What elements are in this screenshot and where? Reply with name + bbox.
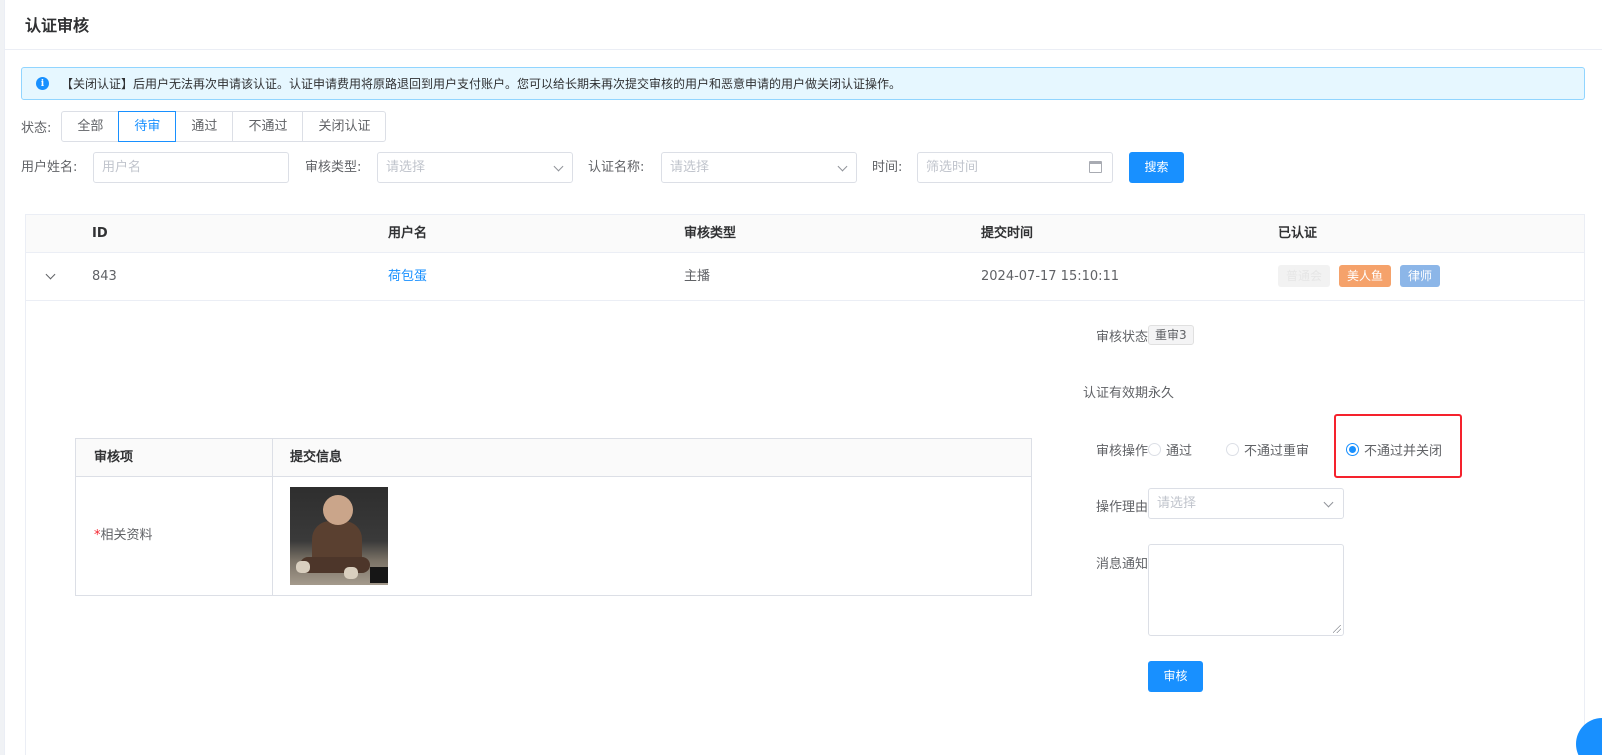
radio-circle (1226, 443, 1239, 456)
status-filter-label: 状态: (21, 121, 52, 136)
reason-select[interactable]: 请选择 (1148, 488, 1344, 519)
title-divider (5, 49, 1602, 50)
status-tab-rejected[interactable]: 不通过 (232, 111, 304, 142)
radio-reject-retry-label: 不通过重审 (1244, 444, 1310, 459)
username-input[interactable]: 用户名 (93, 152, 289, 183)
main-panel: 认证审核 i 【关闭认证】后用户无法再次申请该认证。认证申请费用将原路退回到用户… (4, 0, 1602, 755)
radio-pass-label: 通过 (1166, 444, 1193, 459)
status-form-label: 审核状态 (1095, 330, 1148, 345)
validity-form-label: 认证有效期 (1082, 386, 1148, 401)
row-username-link[interactable]: 荷包蛋 (388, 253, 427, 301)
status-segmented-control: 全部 待审 通过 不通过 关闭认证 (61, 111, 387, 142)
cert-filter-label: 认证名称: (588, 160, 645, 175)
row-id: 843 (92, 269, 117, 284)
search-button[interactable]: 搜索 (1129, 152, 1184, 183)
search-filter-row: 用户姓名: 用户名 审核类型: 请选择 认证名称: 请选择 时间: 筛选时间 搜… (21, 152, 1585, 183)
resize-handle-icon[interactable] (1333, 625, 1341, 633)
reason-form-label: 操作理由 (1095, 500, 1148, 515)
chevron-down-icon (1323, 497, 1334, 508)
reason-select-placeholder: 请选择 (1157, 496, 1197, 511)
radio-pass[interactable]: 通过 (1148, 440, 1192, 459)
col-certified: 已认证 (1278, 226, 1318, 241)
notify-form-label: 消息通知 (1095, 557, 1148, 572)
type-select-placeholder: 请选择 (386, 160, 426, 175)
table-row: 843 荷包蛋 主播 2024-07-17 15:10:11 普通会 美人鱼 律… (26, 253, 1584, 301)
certified-tag: 普通会 (1278, 265, 1331, 287)
review-item-name: 相关资料 (100, 528, 153, 543)
submit-review-button[interactable]: 审核 (1148, 661, 1203, 692)
username-input-placeholder: 用户名 (102, 160, 142, 175)
col-submitted: 提交时间 (981, 226, 1034, 241)
certified-tag: 律师 (1400, 265, 1441, 287)
row-submitted: 2024-07-17 15:10:11 (981, 269, 1120, 284)
certified-tag: 美人鱼 (1339, 265, 1392, 287)
expand-row-icon[interactable] (45, 269, 56, 280)
submitted-photo-thumbnail[interactable] (290, 487, 388, 585)
time-picker[interactable]: 筛选时间 (917, 152, 1113, 183)
chevron-down-icon (837, 161, 848, 172)
chevron-down-icon (553, 161, 564, 172)
col-username: 用户名 (388, 226, 428, 241)
calendar-icon (1089, 161, 1102, 173)
table-header: ID 用户名 审核类型 提交时间 已认证 (26, 215, 1584, 253)
type-filter-label: 审核类型: (305, 160, 362, 175)
status-filter: 状态: 全部 待审 通过 不通过 关闭认证 (21, 111, 387, 142)
status-tab-all[interactable]: 全部 (61, 111, 120, 142)
review-table: ID 用户名 审核类型 提交时间 已认证 843 荷包蛋 主播 2024-07-… (25, 214, 1585, 755)
validity-value: 永久 (1148, 386, 1175, 401)
status-tab-closed[interactable]: 关闭认证 (302, 111, 387, 142)
radio-reject-retry[interactable]: 不通过重审 (1226, 440, 1309, 459)
col-review-item: 审核项 (94, 450, 134, 465)
time-picker-placeholder: 筛选时间 (926, 160, 979, 175)
username-filter-label: 用户姓名: (21, 160, 78, 175)
review-items-table: 审核项 提交信息 *相关资料 (75, 438, 1032, 596)
col-id: ID (92, 226, 108, 241)
column-divider (272, 439, 273, 595)
type-select[interactable]: 请选择 (377, 152, 573, 183)
status-tab-pending[interactable]: 待审 (118, 111, 177, 142)
status-tab-passed[interactable]: 通过 (175, 111, 234, 142)
page-title: 认证审核 (25, 16, 90, 35)
notify-textarea[interactable] (1148, 544, 1344, 636)
alert-text: 【关闭认证】后用户无法再次申请该认证。认证申请费用将原路退回到用户支付账户。您可… (61, 77, 902, 91)
action-form-label: 审核操作 (1095, 444, 1148, 459)
col-submitted-info: 提交信息 (290, 450, 343, 465)
review-status-badge: 重审3 (1148, 325, 1194, 345)
cert-select-placeholder: 请选择 (670, 160, 710, 175)
info-icon: i (36, 77, 49, 90)
highlight-annotation-box (1334, 414, 1462, 478)
cert-select[interactable]: 请选择 (661, 152, 857, 183)
row-type: 主播 (684, 269, 711, 284)
col-type: 审核类型 (684, 226, 737, 241)
review-item-label: *相关资料 (94, 477, 153, 595)
time-filter-label: 时间: (872, 160, 903, 175)
review-items-header (76, 439, 1031, 477)
radio-circle (1148, 443, 1161, 456)
info-alert: i 【关闭认证】后用户无法再次申请该认证。认证申请费用将原路退回到用户支付账户。… (21, 67, 1585, 100)
certified-tags: 普通会 美人鱼 律师 (1278, 265, 1441, 287)
